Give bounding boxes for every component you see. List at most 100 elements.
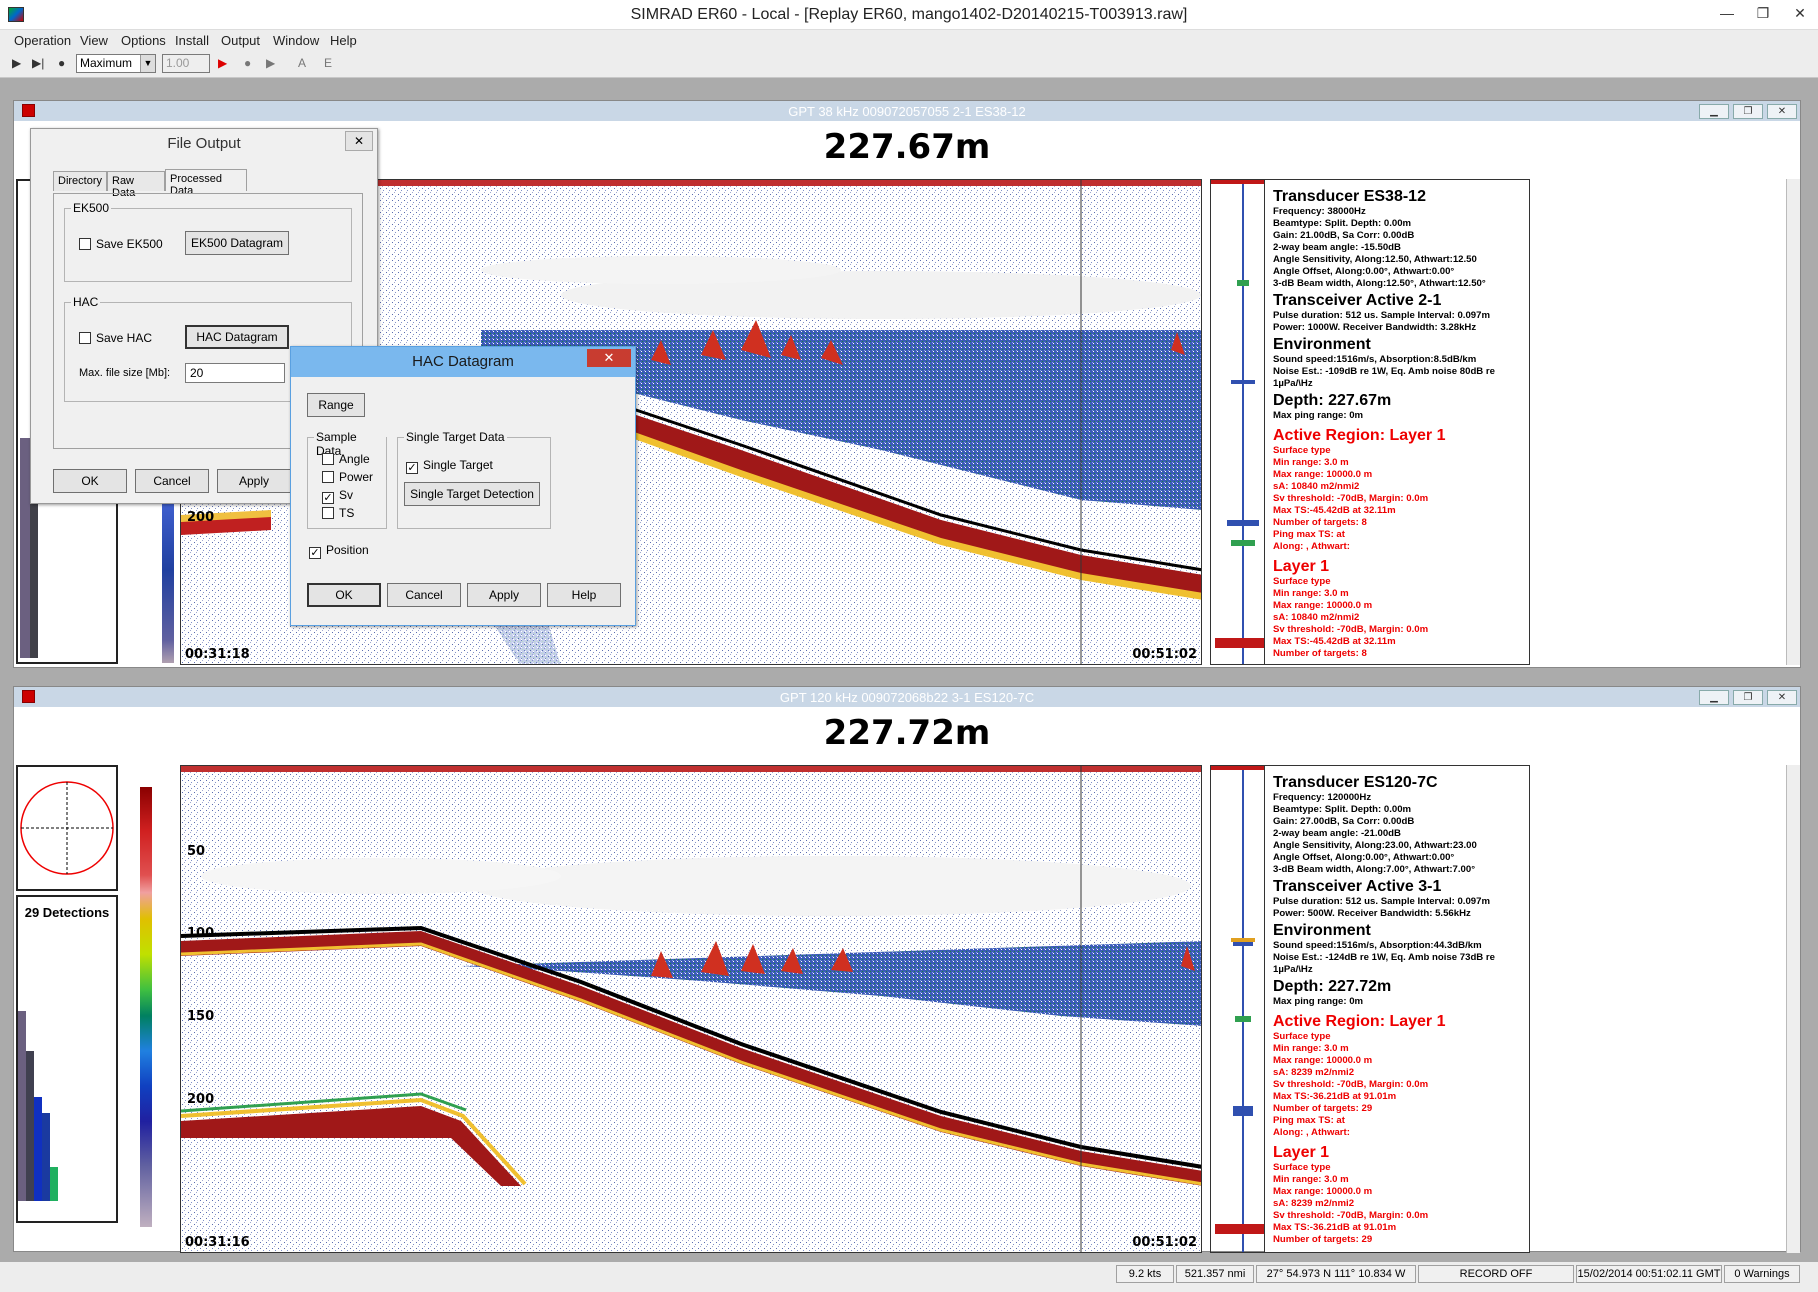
power-checkbox[interactable]: Power <box>322 470 373 484</box>
menu-window[interactable]: Window <box>273 33 319 48</box>
speed-value[interactable]: 1.00 <box>162 54 210 73</box>
apply-button[interactable]: Apply <box>467 583 541 607</box>
toolbar-a[interactable]: A <box>298 56 306 70</box>
info-scrollbar[interactable] <box>1786 765 1800 1253</box>
record-icon[interactable]: ● <box>244 56 251 70</box>
range-button[interactable]: Range <box>307 393 365 417</box>
info-line: Gain: 27.00dB, Sa Corr: 0.00dB <box>1273 816 1415 827</box>
child-restore-button[interactable]: ❐ <box>1733 104 1763 119</box>
layer-line: Number of targets: 8 <box>1273 648 1367 659</box>
layer-line: sA: 10840 m2/nmi2 <box>1273 612 1360 623</box>
menu-install[interactable]: Install <box>175 33 209 48</box>
menu-view[interactable]: View <box>80 33 108 48</box>
next-icon[interactable]: ▶ <box>266 56 275 70</box>
dialog-title: File Output <box>167 135 241 152</box>
max-ping-range: Max ping range: 0m <box>1273 410 1364 421</box>
ek500-group-label: EK500 <box>71 201 112 215</box>
region-line: Sv threshold: -70dB, Margin: 0.0m <box>1273 1079 1429 1090</box>
record-status: RECORD OFF <box>1418 1265 1574 1283</box>
region-line: sA: 10840 m2/nmi2 <box>1273 481 1360 492</box>
echogram-2-titlebar: GPT 120 kHz 009072068b22 3-1 ES120-7C ▁ … <box>14 687 1800 707</box>
ek500-group: EK500 Save EK500 EK500 Datagram <box>64 201 352 282</box>
depth-label-100: 100 <box>187 926 215 941</box>
region-line: Max TS:-36.21dB at 91.01m <box>1273 1091 1397 1102</box>
play-icon[interactable]: ▶ <box>12 56 21 70</box>
warnings-status[interactable]: 0 Warnings <box>1724 1265 1800 1283</box>
save-hac-label: Save HAC <box>96 331 153 345</box>
child-restore-button[interactable]: ❐ <box>1733 690 1763 705</box>
tab-processed-data[interactable]: Processed Data <box>165 169 247 197</box>
active-region-heading: Active Region: Layer 1 <box>1273 1013 1446 1030</box>
position-label: Position <box>326 543 369 557</box>
end-time: 00:51:02 <box>1132 1235 1197 1250</box>
ek500-datagram-button[interactable]: EK500 Datagram <box>185 231 289 255</box>
apply-button[interactable]: Apply <box>217 469 291 493</box>
checkbox-box <box>322 507 334 519</box>
cancel-button[interactable]: Cancel <box>387 583 461 607</box>
tab-directory[interactable]: Directory <box>53 171 107 191</box>
active-region-heading: Active Region: Layer 1 <box>1273 427 1446 444</box>
info-line: Gain: 21.00dB, Sa Corr: 0.00dB <box>1273 230 1415 241</box>
region-line: Max range: 10000.0 m <box>1273 1055 1373 1066</box>
region-line: Along: , Athwart: <box>1273 541 1350 552</box>
hac-datagram-button[interactable]: HAC Datagram <box>185 325 289 349</box>
save-ek500-checkbox[interactable]: Save EK500 <box>79 237 163 251</box>
info-line: Power: 1000W. Receiver Bandwidth: 3.28kH… <box>1273 322 1477 333</box>
histogram-bar <box>26 1051 34 1201</box>
histogram-bar <box>50 1167 58 1201</box>
echogram-display[interactable]: 50 100 150 200 00:31:16 00:51:02 <box>180 765 1202 1253</box>
depth-label-200: 200 <box>187 510 215 525</box>
angle-checkbox[interactable]: Angle <box>322 452 370 466</box>
histogram-bar <box>18 1011 26 1201</box>
max-file-size-input[interactable]: 20 <box>185 363 285 383</box>
record-play-icon[interactable]: ▶ <box>218 56 227 70</box>
region-line: Sv threshold: -70dB, Margin: 0.0m <box>1273 493 1429 504</box>
sv-checkbox[interactable]: ✓ Sv <box>322 488 353 504</box>
toolbar-e[interactable]: E <box>324 56 332 70</box>
dot-icon[interactable]: ● <box>58 56 65 70</box>
ts-checkbox[interactable]: TS <box>322 506 354 520</box>
menu-help[interactable]: Help <box>330 33 357 48</box>
position-checkbox[interactable]: ✓ Position <box>309 543 369 559</box>
region-line: Along: , Athwart: <box>1273 1127 1350 1138</box>
tab-raw-data[interactable]: Raw Data <box>107 171 165 199</box>
minimize-button[interactable]: — <box>1710 0 1744 28</box>
child-close-button[interactable]: ✕ <box>1767 104 1797 119</box>
max-ping-range: Max ping range: 0m <box>1273 996 1364 1007</box>
dialog-close-button[interactable]: ✕ <box>345 131 373 151</box>
menu-operation[interactable]: Operation <box>14 33 71 48</box>
checkbox-box <box>79 332 91 344</box>
menu-options[interactable]: Options <box>121 33 166 48</box>
angle-label: Angle <box>339 452 370 466</box>
info-scrollbar[interactable] <box>1786 179 1800 665</box>
single-target-detection-button[interactable]: Single Target Detection <box>404 482 540 506</box>
save-hac-checkbox[interactable]: Save HAC <box>79 331 152 345</box>
max-file-size-label: Max. file size [Mb]: <box>79 367 171 379</box>
layer-line: sA: 8239 m2/nmi2 <box>1273 1198 1355 1209</box>
region-line: Number of targets: 29 <box>1273 1103 1373 1114</box>
info-line: Sound speed:1516m/s, Absorption:8.5dB/km <box>1273 354 1477 365</box>
help-button[interactable]: Help <box>547 583 621 607</box>
close-button[interactable]: ✕ <box>1782 0 1818 28</box>
region-line: Ping max TS: at <box>1273 529 1345 540</box>
echogram-1-title: GPT 38 kHz 009072057055 2-1 ES38-12 <box>788 104 1026 119</box>
cancel-button[interactable]: Cancel <box>135 469 209 493</box>
child-close-button[interactable]: ✕ <box>1767 690 1797 705</box>
region-line: Surface type <box>1273 445 1331 456</box>
hac-group-label: HAC <box>71 295 101 309</box>
single-target-checkbox[interactable]: ✓ Single Target <box>406 458 493 474</box>
maximize-button[interactable]: ❐ <box>1746 0 1780 28</box>
speed-select[interactable]: Maximum ▼ <box>76 54 156 73</box>
ok-button[interactable]: OK <box>307 583 381 607</box>
environment-heading: Environment <box>1273 336 1371 353</box>
transducer-heading: Transducer ES38-12 <box>1273 188 1426 205</box>
step-icon[interactable]: ▶| <box>32 56 44 70</box>
ok-button[interactable]: OK <box>53 469 127 493</box>
region-line: Max range: 10000.0 m <box>1273 469 1373 480</box>
child-minimize-button[interactable]: ▁ <box>1699 104 1729 119</box>
info-line: Power: 500W. Receiver Bandwidth: 5.56kHz <box>1273 908 1471 919</box>
dialog-close-button[interactable]: ✕ <box>587 349 631 367</box>
menu-output[interactable]: Output <box>221 33 260 48</box>
region-line: Surface type <box>1273 1031 1331 1042</box>
child-minimize-button[interactable]: ▁ <box>1699 690 1729 705</box>
